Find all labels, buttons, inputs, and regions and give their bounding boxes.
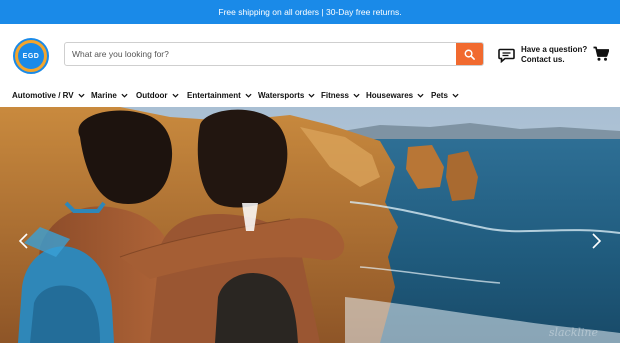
nav-item-entertainment[interactable]: Entertainment	[187, 88, 252, 102]
hero-image	[0, 107, 620, 343]
chevron-down-icon	[452, 93, 459, 98]
chevron-down-icon	[308, 93, 315, 98]
help-line-1: Have a question?	[521, 45, 588, 54]
search-input[interactable]	[65, 43, 457, 65]
chat-bubble-icon	[498, 48, 515, 63]
chevron-right-icon[interactable]	[590, 233, 602, 249]
nav-item-watersports[interactable]: Watersports	[258, 88, 315, 102]
chevron-down-icon	[171, 93, 179, 98]
promo-bar: Free shipping on all orders | 30-Day fre…	[0, 0, 620, 24]
contact-link[interactable]: Have a question? Contact us.	[498, 43, 587, 67]
hero-slideshow[interactable]: slackline	[0, 107, 620, 343]
nav-item-outdoor[interactable]: Outdoor	[136, 88, 179, 102]
image-watermark: slackline	[548, 326, 598, 339]
nav-item-label: Watersports	[258, 90, 305, 100]
promo-text: Free shipping on all orders | 30-Day fre…	[218, 7, 402, 17]
chevron-down-icon	[78, 93, 85, 98]
nav-item-label: Pets	[431, 90, 448, 100]
main-nav: Automotive / RV Marine Outdoor Entertain…	[0, 84, 620, 107]
nav-item-label: Outdoor	[136, 90, 168, 100]
nav-item-housewares[interactable]: Housewares	[366, 88, 424, 102]
nav-item-label: Entertainment	[187, 90, 241, 100]
search-icon	[464, 49, 475, 60]
nav-item-label: Housewares	[366, 90, 414, 100]
chevron-down-icon	[353, 93, 360, 98]
search-bar	[64, 42, 484, 66]
chevron-down-icon	[121, 93, 128, 98]
nav-item-label: Marine	[91, 90, 117, 100]
nav-item-automotive-rv[interactable]: Automotive / RV	[12, 88, 85, 102]
logo-text: EGD	[22, 52, 40, 60]
logo-mark: EGD	[18, 43, 44, 69]
nav-item-fitness[interactable]: Fitness	[321, 88, 360, 102]
nav-item-label: Fitness	[321, 90, 350, 100]
site-header: EGD Have a question? Contact us.	[0, 24, 620, 84]
chevron-left-icon[interactable]	[18, 233, 30, 249]
help-line-2: Contact us.	[521, 55, 565, 64]
chevron-down-icon	[245, 93, 252, 98]
chevron-down-icon	[417, 93, 424, 98]
nav-item-marine[interactable]: Marine	[91, 88, 128, 102]
store-logo[interactable]: EGD	[13, 38, 49, 74]
help-text: Have a question? Contact us.	[521, 45, 587, 65]
nav-item-label: Automotive / RV	[12, 90, 74, 100]
cart-icon[interactable]	[593, 46, 609, 62]
search-button[interactable]	[456, 43, 483, 65]
nav-item-pets[interactable]: Pets	[431, 88, 459, 102]
